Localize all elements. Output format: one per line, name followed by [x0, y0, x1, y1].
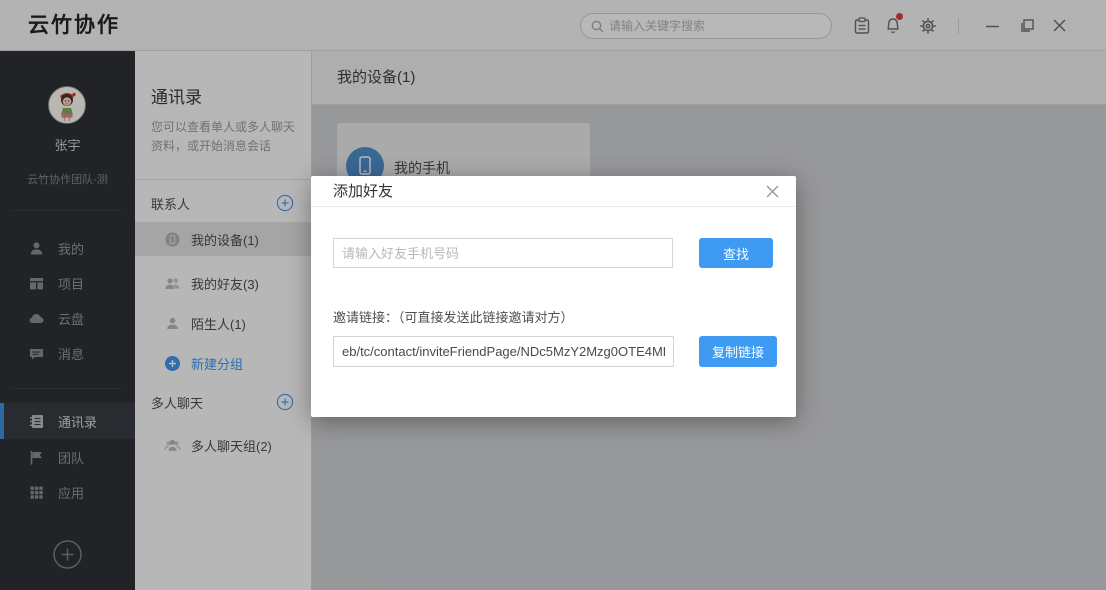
- invite-link-label: 邀请链接：（可直接发送此链接邀请对方）: [333, 307, 574, 326]
- find-button[interactable]: 查找: [699, 238, 773, 268]
- copy-link-button[interactable]: 复制链接: [699, 336, 777, 367]
- friend-phone-input[interactable]: [333, 238, 673, 268]
- invite-link-input[interactable]: [333, 336, 674, 367]
- dialog-title: 添加好友: [311, 176, 796, 207]
- close-dialog-icon[interactable]: [765, 184, 780, 199]
- app-window: 云竹协作: [0, 0, 1106, 590]
- add-friend-dialog: 添加好友 查找 邀请链接：（可直接发送此链接邀请对方） 复制链接: [311, 176, 796, 417]
